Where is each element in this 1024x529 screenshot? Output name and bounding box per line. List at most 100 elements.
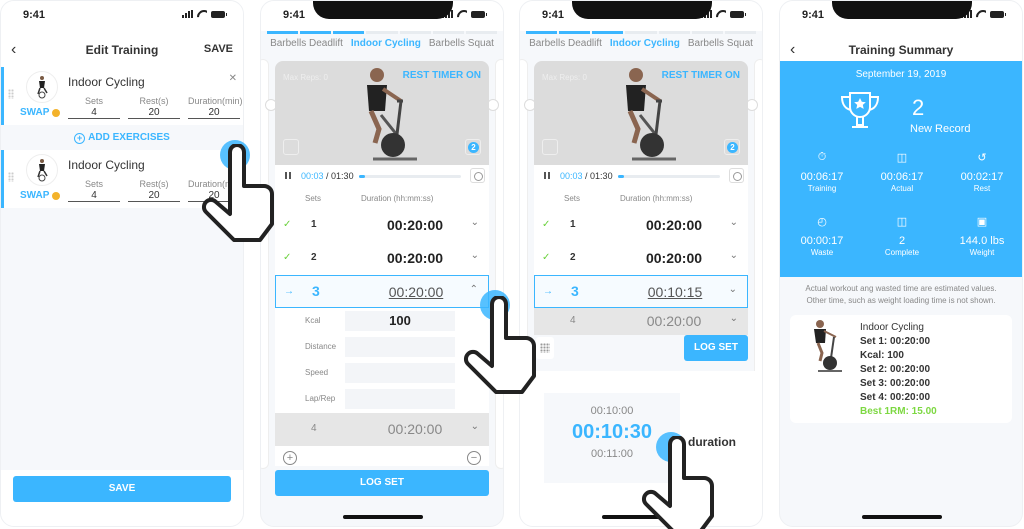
picker-option[interactable]: 00:10:00: [544, 405, 680, 417]
workout-screen-picker: 9:41 Barbells Deadlift Indoor Cycling Ba…: [519, 0, 763, 527]
rest-field[interactable]: Rest(s) 20: [128, 179, 180, 202]
distance-input[interactable]: [345, 337, 455, 357]
cyclist-image: [814, 320, 842, 372]
refresh-icon[interactable]: [283, 139, 299, 155]
clock-icon[interactable]: [470, 168, 485, 183]
dumbbell-icon: ◫: [896, 216, 908, 228]
stat-complete: ◫ 2 Complete: [862, 215, 942, 257]
exercise-tabs: Barbells Deadlift Indoor Cycling Barbell…: [520, 38, 762, 58]
chevron-down-icon[interactable]: ⌄: [471, 250, 479, 261]
stopwatch-icon: ⏱: [817, 151, 827, 163]
exercise-card[interactable]: SWAP Indoor Cycling ✕ Sets 4 Rest(s) 20 Du…: [1, 67, 243, 125]
chevron-down-icon[interactable]: ⌄: [471, 421, 479, 432]
add-exercises-label: ADD EXERCISES: [88, 132, 170, 143]
field-value[interactable]: 20: [188, 107, 240, 119]
chevron-up-icon[interactable]: ⌃: [470, 284, 478, 295]
add-exercises-button[interactable]: + ADD EXERCISES: [1, 127, 243, 149]
exercise-card[interactable]: SWAP Indoor Cycling Sets 4 Rest(s) 20 Dura…: [1, 150, 243, 208]
workout-screen-expanded: 9:41 Barbells Deadlift Indoor Cycling Ba…: [260, 0, 504, 527]
speed-input[interactable]: [345, 363, 455, 383]
set-duration-input[interactable]: 00:20:00: [356, 284, 476, 300]
status-time: 9:41: [542, 9, 565, 21]
swap-button[interactable]: SWAP: [20, 190, 61, 201]
tab-barbells-deadlift[interactable]: Barbells Deadlift: [529, 38, 602, 58]
exercise-summary-card[interactable]: Indoor Cycling Set 1: 00:20:00 Kcal: 100…: [790, 315, 1012, 423]
clock-icon[interactable]: [729, 168, 744, 183]
set-count-badge: 2: [465, 139, 481, 155]
swap-button[interactable]: SWAP: [20, 107, 61, 118]
stat-value: 144.0 lbs: [959, 235, 1005, 247]
set-row[interactable]: ✓ 2 00:20:00 ⌄: [275, 242, 489, 275]
tab-barbells-squat[interactable]: Barbells Squat: [429, 38, 494, 58]
pause-icon[interactable]: [544, 172, 550, 179]
stat-value: 00:00:17: [800, 235, 844, 247]
set-row-current[interactable]: → 3 00:10:15 ⌄: [534, 275, 748, 308]
chevron-down-icon[interactable]: ⌄: [471, 217, 479, 228]
tab-barbells-squat[interactable]: Barbells Squat: [688, 38, 753, 58]
chevron-down-icon[interactable]: ⌄: [729, 284, 737, 295]
remove-set-icon[interactable]: −: [467, 451, 481, 465]
exercise-name: Indoor Cycling: [68, 158, 145, 172]
set-duration: 00:20:00: [386, 250, 444, 266]
set-duration: 00:20:00: [386, 217, 444, 233]
save-button[interactable]: SAVE: [204, 43, 233, 55]
detail-label: Kcal: [305, 316, 321, 325]
tab-indoor-cycling[interactable]: Indoor Cycling: [610, 38, 680, 58]
close-icon[interactable]: ✕: [229, 73, 237, 84]
set-row[interactable]: ✓ 2 00:20:00 ⌄: [534, 242, 748, 275]
keypad-icon[interactable]: [536, 337, 554, 359]
home-indicator: [343, 515, 423, 519]
pause-icon[interactable]: [285, 172, 291, 179]
set-row[interactable]: ✓ 1 00:20:00 ⌄: [275, 209, 489, 242]
set-row-pending[interactable]: 4 00:20:00 ⌄: [534, 308, 748, 335]
field-value[interactable]: 20: [128, 107, 180, 119]
log-set-button[interactable]: LOG SET: [275, 470, 489, 496]
battery-icon: [730, 10, 746, 18]
set-row[interactable]: ✓ 1 00:20:00 ⌄: [534, 209, 748, 242]
timer-total: / 01:30: [326, 171, 354, 181]
duration-field[interactable]: Duration(min) 20: [188, 96, 243, 119]
sets-field[interactable]: Sets 4: [68, 96, 120, 119]
chevron-down-icon[interactable]: ⌄: [730, 217, 738, 228]
refresh-icon[interactable]: [542, 139, 558, 155]
set-row-pending[interactable]: 4 00:20:00 ⌄: [275, 413, 489, 446]
summary-line: Set 4: 00:20:00: [860, 392, 931, 403]
new-record-count: 2: [912, 95, 925, 120]
rest-field[interactable]: Rest(s) 20: [128, 96, 180, 119]
signal-icon: [182, 10, 193, 18]
stat-label: Waste: [810, 248, 834, 257]
cyclist-icon: [37, 159, 48, 182]
field-value[interactable]: 4: [68, 190, 120, 202]
tab-indoor-cycling[interactable]: Indoor Cycling: [351, 38, 421, 58]
drag-handle-icon[interactable]: [8, 89, 14, 99]
chevron-down-icon[interactable]: ⌄: [730, 313, 738, 324]
next-exercise-card[interactable]: [495, 59, 503, 469]
cyclist-image: [367, 68, 417, 161]
sets-field[interactable]: Sets 4: [68, 179, 120, 202]
tab-barbells-deadlift[interactable]: Barbells Deadlift: [270, 38, 343, 58]
lap-rep-input[interactable]: [345, 389, 455, 409]
drag-handle-icon[interactable]: [8, 172, 14, 182]
picker-label: duration: [688, 435, 736, 449]
duration-field[interactable]: Duration(min) 20: [188, 179, 243, 202]
wifi-icon: [716, 10, 726, 18]
log-set-button[interactable]: LOG SET: [684, 335, 748, 361]
detail-label: Lap/Rep: [305, 394, 336, 403]
detail-label: Distance: [305, 342, 337, 351]
set-duration-input[interactable]: 00:10:15: [615, 284, 735, 300]
field-value[interactable]: 20: [188, 190, 240, 202]
prev-exercise-card[interactable]: [261, 59, 269, 469]
rest-timer-row: 00:03 / 01:30: [275, 165, 489, 187]
add-set-icon[interactable]: +: [283, 451, 297, 465]
kcal-input[interactable]: 100: [345, 311, 455, 331]
field-value[interactable]: 20: [128, 190, 180, 202]
stat-value: 2: [898, 235, 906, 247]
best-1rm: Best 1RM: 15.00: [860, 406, 937, 417]
home-indicator: [602, 515, 682, 519]
set-row-current[interactable]: → 3 00:20:00 ⌃: [275, 275, 489, 308]
max-reps-label: Max Reps: 0: [283, 73, 328, 82]
rest-timer-row: 00:03 / 01:30: [534, 165, 748, 187]
bottom-save-button[interactable]: SAVE: [13, 476, 231, 502]
chevron-down-icon[interactable]: ⌄: [730, 250, 738, 261]
field-value[interactable]: 4: [68, 107, 120, 119]
